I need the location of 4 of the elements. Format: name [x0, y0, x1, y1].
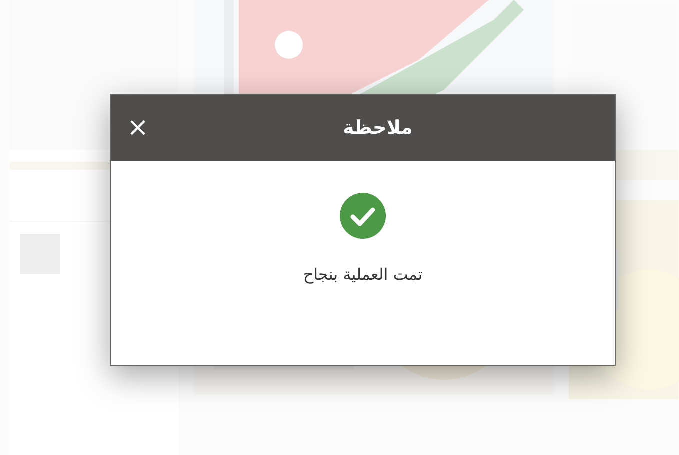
success-message: تمت العملية بنجاح — [303, 264, 423, 286]
close-button[interactable]: × — [127, 115, 149, 141]
success-check-icon — [340, 193, 386, 239]
dialog-title: ملاحظة — [342, 116, 414, 141]
